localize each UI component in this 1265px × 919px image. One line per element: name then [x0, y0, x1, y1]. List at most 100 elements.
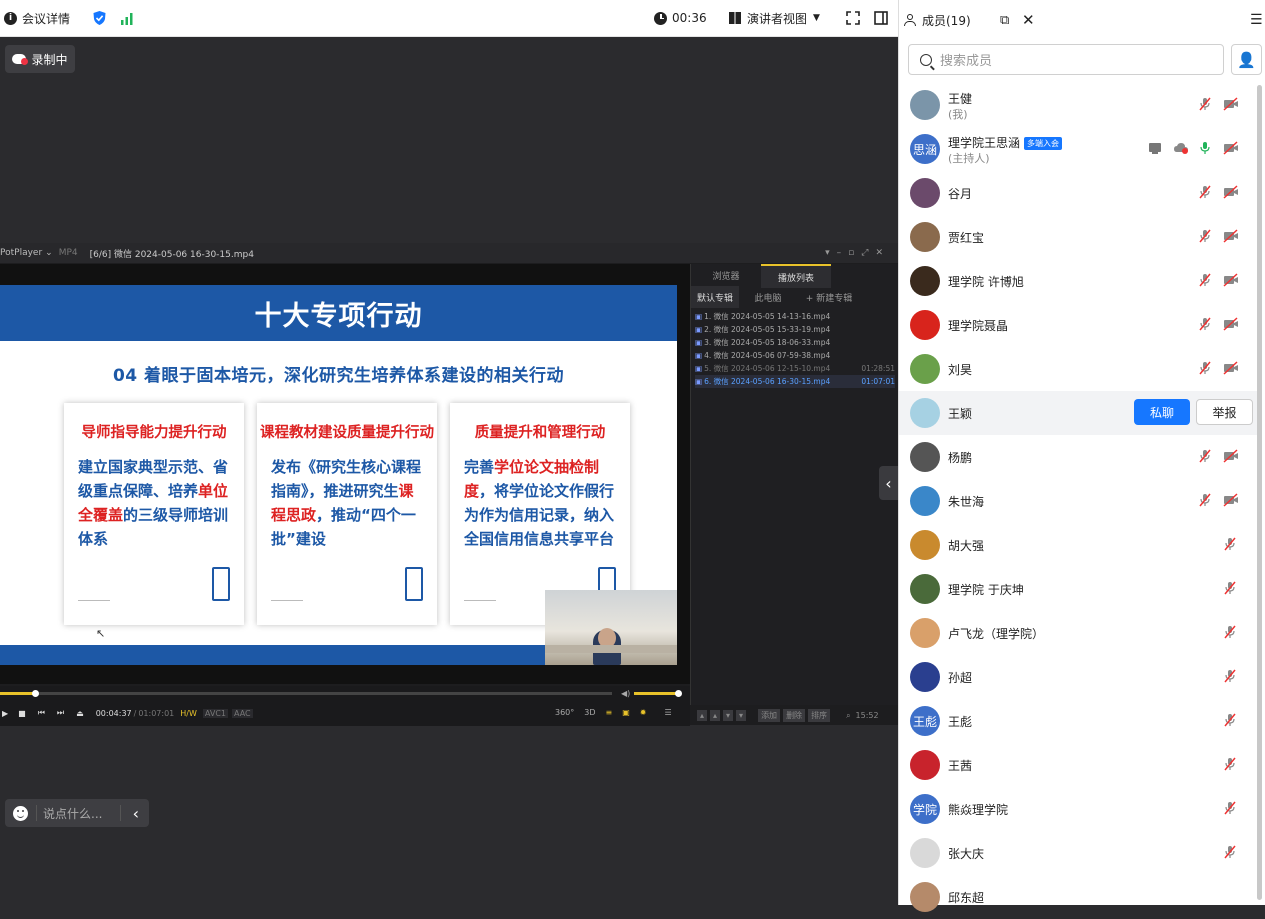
avatar[interactable] — [910, 310, 940, 340]
members-scrollbar[interactable] — [1257, 85, 1262, 900]
move-top-icon[interactable]: ▴ — [697, 710, 708, 721]
chat-placeholder[interactable]: 说点什么... — [43, 805, 102, 822]
seek-bar[interactable] — [0, 692, 612, 695]
camera-off-icon[interactable] — [1223, 97, 1239, 113]
mic-off-icon[interactable] — [1223, 581, 1239, 597]
mic-off-icon[interactable] — [1223, 845, 1239, 861]
member-row[interactable]: 谷月 — [899, 171, 1259, 215]
playlist-item-current[interactable]: ▣ 6. 微信 2024-05-06 16-30-15.mp4 01:07:01 — [695, 375, 895, 388]
member-row[interactable]: 贾红宝 — [899, 215, 1259, 259]
playlist-item[interactable]: ▣ 5. 微信 2024-05-06 12-15-10.mp4 01:28:51 — [695, 362, 895, 375]
3d-button[interactable]: 3D — [584, 708, 595, 717]
sort-button[interactable]: 排序 — [808, 709, 831, 722]
member-row[interactable]: 卢飞龙（理学院） — [899, 611, 1259, 655]
camera-off-icon[interactable] — [1223, 449, 1239, 465]
mic-off-icon[interactable] — [1198, 229, 1214, 245]
camera-off-icon[interactable] — [1223, 493, 1239, 509]
camera-off-icon[interactable] — [1223, 317, 1239, 333]
cloud-recording-icon[interactable] — [1173, 141, 1189, 157]
tab-this-pc[interactable]: 此电脑 — [743, 286, 793, 308]
member-row[interactable]: 思涵 理学院王思涵 多端入会 (主持人) — [899, 127, 1259, 171]
tab-browser[interactable]: 浏览器 — [691, 264, 761, 286]
playlist-item[interactable]: ▣ 2. 微信 2024-05-05 15-33-19.mp4 — [695, 323, 895, 336]
subtitle-icon[interactable]: ▣ — [622, 708, 630, 717]
fullscreen-icon[interactable] — [846, 0, 860, 36]
mic-on-icon[interactable] — [1198, 141, 1214, 157]
avatar[interactable] — [910, 574, 940, 604]
popout-icon[interactable]: ⧉ — [1000, 13, 1009, 28]
avatar[interactable] — [910, 178, 940, 208]
avatar[interactable] — [910, 222, 940, 252]
chat-input-bar[interactable]: 说点什么... ‹ — [5, 799, 149, 827]
mic-off-icon[interactable] — [1223, 713, 1239, 729]
playlist-item[interactable]: ▣ 3. 微信 2024-05-05 18-06-33.mp4 — [695, 336, 895, 349]
camera-off-icon[interactable] — [1223, 141, 1239, 157]
avatar[interactable] — [910, 442, 940, 472]
avatar[interactable] — [910, 530, 940, 560]
equalizer-icon[interactable]: ≡ — [606, 708, 613, 717]
recording-badge[interactable]: 录制中 — [5, 45, 75, 73]
private-chat-button[interactable]: 私聊 — [1134, 399, 1190, 425]
meeting-details-button[interactable]: i 会议详情 — [4, 0, 70, 36]
avatar[interactable] — [910, 486, 940, 516]
avatar[interactable] — [910, 266, 940, 296]
member-row[interactable]: 王彪 王彪 — [899, 699, 1259, 743]
avatar[interactable] — [910, 882, 940, 912]
volume-icon[interactable]: ◀) — [621, 689, 630, 698]
member-row[interactable]: 邱东超 — [899, 875, 1259, 919]
stop-icon[interactable]: ■ — [18, 709, 26, 718]
screen-share-icon[interactable] — [1148, 141, 1164, 157]
delete-button[interactable]: 删除 — [783, 709, 806, 722]
member-row[interactable]: 刘昊 — [899, 347, 1259, 391]
member-search-input[interactable]: 搜索成员 — [908, 44, 1224, 75]
member-row[interactable]: 杨鹏 — [899, 435, 1259, 479]
side-panel-toggle-icon[interactable] — [874, 0, 888, 36]
seek-handle[interactable] — [31, 690, 39, 697]
member-row[interactable]: 王健 (我) — [899, 83, 1259, 127]
member-row[interactable]: 孙超 — [899, 655, 1259, 699]
member-row[interactable]: 学院 熊焱理学院 — [899, 787, 1259, 831]
avatar[interactable]: 王彪 — [910, 706, 940, 736]
playlist-item[interactable]: ▣ 1. 微信 2024-05-05 14-13-16.mp4 — [695, 310, 895, 323]
camera-off-icon[interactable] — [1223, 229, 1239, 245]
camera-off-icon[interactable] — [1223, 361, 1239, 377]
security-shield-icon[interactable] — [92, 0, 107, 36]
member-row[interactable]: 理学院聂晶 — [899, 303, 1259, 347]
volume-handle[interactable] — [675, 690, 682, 697]
member-row[interactable]: 王颖 私聊 举报 — [899, 391, 1259, 435]
emoji-icon[interactable] — [13, 805, 28, 821]
avatar[interactable] — [910, 838, 940, 868]
move-down-icon[interactable]: ▾ — [723, 710, 734, 721]
add-button[interactable]: 添加 — [758, 709, 781, 722]
member-row[interactable]: 朱世海 — [899, 479, 1259, 523]
play-icon[interactable]: ▶ — [2, 709, 8, 718]
mic-off-icon[interactable] — [1223, 757, 1239, 773]
mic-off-icon[interactable] — [1198, 97, 1214, 113]
mic-off-icon[interactable] — [1198, 185, 1214, 201]
player-app-name[interactable]: PotPlayer — [0, 248, 42, 258]
mic-off-icon[interactable] — [1223, 801, 1239, 817]
playlist-item[interactable]: ▣ 4. 微信 2024-05-06 07-59-38.mp4 — [695, 349, 895, 362]
network-signal-icon[interactable] — [120, 0, 134, 36]
settings-gear-icon[interactable]: ✹ — [640, 708, 647, 717]
report-button[interactable]: 举报 — [1196, 399, 1253, 425]
menu-icon[interactable]: ☰ — [665, 708, 672, 717]
hamburger-menu-icon[interactable]: ☰ — [1250, 12, 1263, 28]
close-icon[interactable]: ✕ — [1022, 11, 1035, 29]
eject-icon[interactable]: ⏏ — [76, 709, 84, 718]
mic-off-icon[interactable] — [1198, 317, 1214, 333]
previous-icon[interactable]: ⏮ — [38, 708, 45, 718]
vr-360-button[interactable]: 360° — [555, 708, 574, 717]
avatar[interactable] — [910, 90, 940, 120]
mic-off-icon[interactable] — [1198, 273, 1214, 289]
member-row[interactable]: 张大庆 — [899, 831, 1259, 875]
camera-off-icon[interactable] — [1223, 273, 1239, 289]
member-row[interactable]: 理学院 许博旭 — [899, 259, 1259, 303]
mic-off-icon[interactable] — [1198, 449, 1214, 465]
move-bottom-icon[interactable]: ▾ — [736, 710, 747, 721]
avatar[interactable] — [910, 398, 940, 428]
avatar[interactable] — [910, 354, 940, 384]
avatar[interactable] — [910, 618, 940, 648]
avatar[interactable] — [910, 662, 940, 692]
next-icon[interactable]: ⏭ — [57, 708, 64, 718]
